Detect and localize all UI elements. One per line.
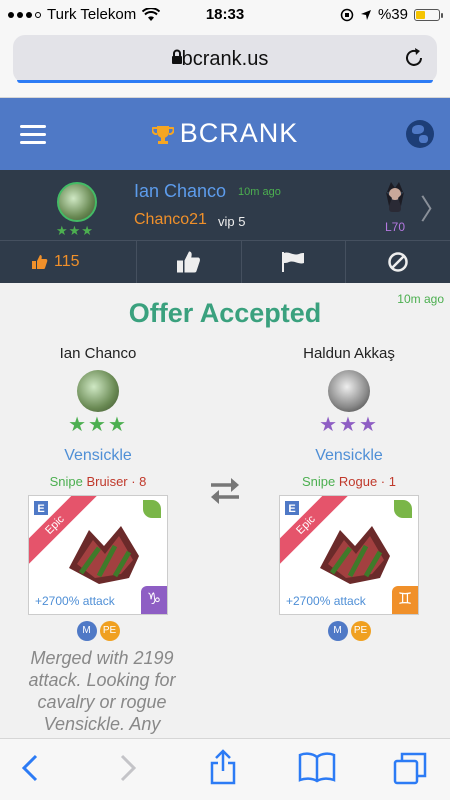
posted-time: 10m ago [238, 186, 281, 198]
leaf-icon [394, 500, 412, 518]
flag-icon [282, 252, 305, 272]
left-player-name[interactable]: Ian Chanco [18, 345, 178, 362]
report-button[interactable] [242, 241, 347, 283]
right-hero-name[interactable]: Vensickle [269, 447, 429, 465]
equipment-icon: E [33, 500, 49, 516]
orientation-lock-icon [340, 8, 354, 21]
trophy-icon [151, 125, 174, 144]
hero-level: L70 [385, 220, 406, 234]
left-badges: M PE [18, 621, 178, 641]
swap-arrows-icon [211, 478, 239, 504]
app-header: BCRANK [0, 98, 450, 170]
location-icon [360, 9, 371, 20]
right-hero-card[interactable]: Epic E +2700% attack ♊ [279, 495, 419, 615]
status-bar: Turk Telekom 18:33 %39 [0, 0, 450, 30]
right-tag-role: Snipe [302, 474, 336, 489]
capricorn-icon: ♑ [141, 586, 167, 614]
offer-note: Merged with 2199 attack. Looking for cav… [28, 648, 176, 734]
load-progress-bar [17, 80, 433, 83]
left-badge-pe: PE [99, 621, 120, 641]
offer-left-side: Ian Chanco ★★★ Vensickle Snipe Bruiser ·… [18, 345, 178, 641]
right-player-name[interactable]: Haldun Akkaş [269, 345, 429, 362]
likes-count: 115 [54, 253, 80, 270]
poster-profile: ★★★ Ian Chanco 10m ago Chanco21 vip 5 L7… [0, 170, 450, 240]
offer-right-side: Haldun Akkaş ★★★ Vensickle Snipe Rogue ·… [269, 345, 429, 641]
battery-icon [414, 8, 443, 21]
right-player-stars: ★★★ [319, 414, 379, 436]
equipment-icon: E [284, 500, 300, 516]
vip-level: vip 5 [218, 214, 246, 229]
globe-icon[interactable] [406, 120, 434, 148]
left-tag-class: Bruiser · 8 [86, 474, 147, 489]
url-host: bcrank.us [181, 48, 269, 70]
right-badge-m: M [327, 621, 348, 641]
like-button[interactable] [137, 241, 242, 283]
right-hero-bonus: +2700% attack [286, 594, 366, 608]
block-icon [388, 252, 408, 272]
poster-stars: ★★★ [56, 223, 94, 238]
poster-avatar[interactable] [57, 182, 97, 222]
browser-toolbar [0, 738, 450, 800]
left-tag-role: Snipe [49, 474, 83, 489]
left-hero-card[interactable]: Epic E +2700% attack ♑ [28, 495, 168, 615]
likes-button[interactable]: 115 [0, 241, 137, 283]
browser-address-area: bcrank.us [0, 30, 450, 98]
tabs-icon[interactable] [392, 751, 428, 785]
left-hero-name[interactable]: Vensickle [18, 447, 178, 465]
share-icon[interactable] [208, 749, 238, 785]
right-badges: M PE [269, 621, 429, 641]
leaf-icon [143, 500, 161, 518]
reload-icon[interactable] [403, 47, 425, 69]
brand-logo[interactable]: BCRANK [0, 118, 450, 149]
back-icon[interactable] [20, 753, 40, 783]
right-tag-class: Rogue · 1 [338, 474, 396, 489]
hero-portrait-icon [386, 182, 404, 212]
brand-name: BCRANK [179, 118, 299, 148]
battery-percent: %39 [377, 6, 408, 23]
poster-name[interactable]: Ian Chanco [134, 181, 226, 202]
poster-nickname: Chanco21 [134, 211, 207, 228]
offer-content: 10m ago Offer Accepted Ian Chanco ★★★ Ve… [0, 283, 450, 738]
right-player-avatar[interactable] [328, 370, 370, 412]
chevron-right-icon[interactable]: 〉 [420, 188, 448, 228]
left-player-stars: ★★★ [68, 414, 128, 436]
address-bar[interactable]: bcrank.us [13, 35, 437, 83]
offer-status-title: Offer Accepted [128, 298, 322, 328]
left-badge-m: M [76, 621, 97, 641]
left-hero-tags: Snipe Bruiser · 8 [18, 474, 178, 489]
hero-art-icon [69, 526, 139, 584]
status-right: %39 [340, 6, 443, 23]
left-hero-bonus: +2700% attack [35, 594, 115, 608]
action-bar: 115 [0, 240, 450, 283]
block-button[interactable] [346, 241, 450, 283]
gemini-icon: ♊ [392, 586, 418, 614]
right-badge-pe: PE [350, 621, 371, 641]
right-hero-tags: Snipe Rogue · 1 [269, 474, 429, 489]
thumbs-up-outline-icon [176, 251, 200, 273]
hero-art-icon [320, 526, 390, 584]
left-player-avatar[interactable] [77, 370, 119, 412]
bookmarks-icon[interactable] [298, 751, 336, 783]
thumbs-up-icon [32, 255, 48, 269]
forward-icon[interactable] [118, 753, 138, 783]
